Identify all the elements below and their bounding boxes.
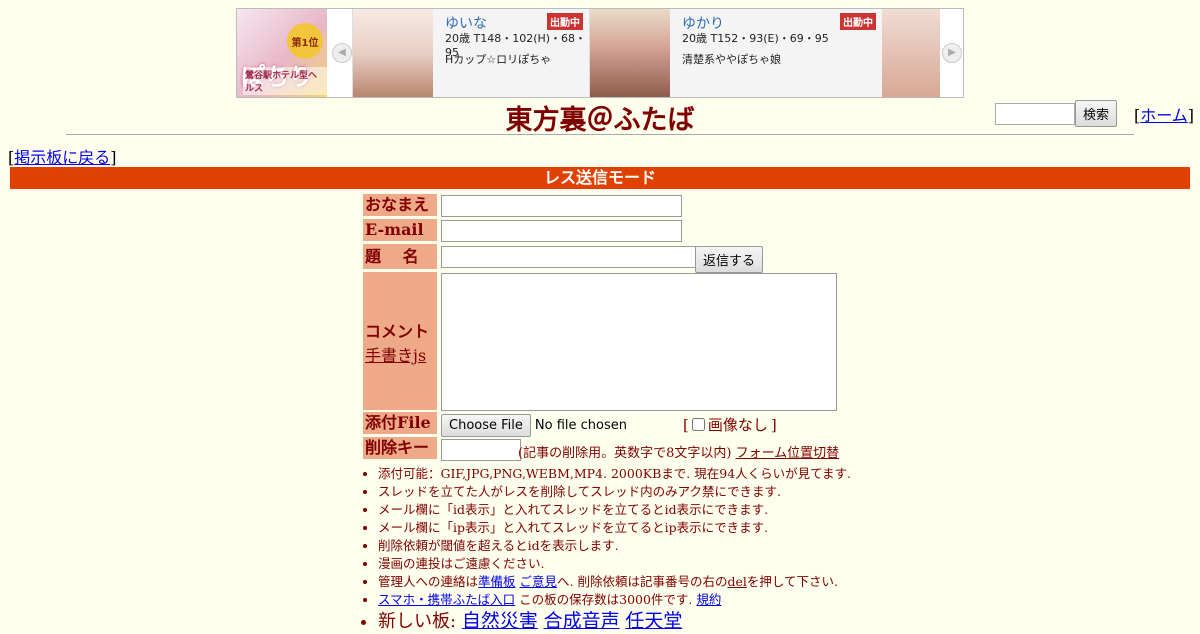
ad-card[interactable]: ゆいな 出勤中 20歳 T148・102(H)・68・95 Hカップ☆ロリぽちゃ: [352, 9, 589, 97]
rank-badge: 第1位: [287, 23, 323, 59]
delete-key-label: 削除キー: [363, 437, 437, 459]
board-link-synth-voice[interactable]: 合成音声: [544, 610, 620, 632]
email-field[interactable]: [441, 220, 682, 242]
note-text: この板の保存数は3000件です.: [519, 592, 693, 607]
profile-photo: [353, 9, 433, 97]
note-text: へ. 削除依頼は記事番号の右の: [557, 574, 728, 589]
subject-label: 題 名: [363, 244, 437, 269]
file-input: Choose File No file chosen: [441, 414, 627, 437]
search-form: 検索: [995, 100, 1118, 127]
list-item: 管理人への連絡は準備板 ご意見へ. 削除依頼は記事番号の右のdelを押して下さい…: [378, 573, 851, 591]
list-item: メール欄に「ip表示」と入れてスレッドを立てるとip表示にできます.: [378, 519, 851, 537]
new-boards-label: 新しい板:: [378, 611, 457, 632]
status-badge: 出勤中: [840, 13, 876, 30]
note-text: 管理人への連絡は: [378, 574, 479, 589]
email-label: E-mail: [363, 219, 437, 241]
list-item: 漫画の連投はご遠慮ください.: [378, 555, 851, 573]
divider: [66, 134, 1134, 135]
comment-textarea[interactable]: [441, 273, 837, 411]
file-status: No file chosen: [534, 418, 627, 433]
ad-card[interactable]: ゆかり 出勤中 20歳 T152・93(E)・69・95 清楚系ややぽちゃ娘: [589, 9, 882, 97]
status-badge: 出勤中: [547, 13, 583, 30]
list-item: スマホ・携帯ふたば入口 この板の保存数は3000件です. 規約: [378, 591, 851, 609]
profile-photo[interactable]: [882, 9, 940, 97]
del-link[interactable]: del: [727, 574, 746, 589]
search-button[interactable]: 検索: [1075, 100, 1118, 127]
chevron-left-icon[interactable]: ◀: [332, 43, 352, 63]
feedback-link[interactable]: ご意見: [520, 574, 558, 589]
comment-label: コメント: [365, 322, 430, 341]
choose-file-button[interactable]: Choose File: [441, 414, 531, 437]
handwrite-link[interactable]: 手書きjs: [365, 346, 426, 365]
list-item: 添付可能：GIF,JPG,PNG,WEBM,MP4. 2000KBまで. 現在9…: [378, 465, 851, 483]
chevron-right-icon[interactable]: ▶: [942, 43, 962, 63]
name-field[interactable]: [441, 195, 682, 217]
note-text: を押して下さい.: [746, 574, 838, 589]
ad-card-stats: 20歳 T152・93(E)・69・95: [682, 32, 829, 45]
board-link-disaster[interactable]: 自然災害: [462, 610, 538, 632]
no-image-label: 画像なし: [707, 416, 768, 434]
delete-key-note-wrap: (記事の削除用。英数字で8文字以内) フォーム位置切替: [518, 442, 839, 461]
mobile-entry-link[interactable]: スマホ・携帯ふたば入口: [378, 592, 515, 607]
search-input[interactable]: [995, 102, 1075, 125]
form-position-toggle-link[interactable]: フォーム位置切替: [736, 446, 840, 461]
board-link-nintendo[interactable]: 任天堂: [625, 610, 682, 632]
home-link[interactable]: ホーム: [1140, 106, 1188, 125]
back-to-board-link[interactable]: 掲示板に戻る: [14, 148, 110, 167]
rules-link[interactable]: 規約: [696, 592, 721, 607]
list-item: スレッドを立てた人がレスを削除してスレッド内のみアク禁にできます.: [378, 483, 851, 501]
ad-banner[interactable]: 第1位 ぽちり 鶯谷駅ホテル型ヘルス ◀ ゆいな 出勤中 20歳 T148・10…: [236, 8, 964, 98]
rules-list: 添付可能：GIF,JPG,PNG,WEBM,MP4. 2000KBまで. 現在9…: [378, 465, 851, 633]
comment-label-cell: コメント 手書きjs: [363, 272, 437, 410]
list-item: 新しい板: 自然災害 合成音声 任天堂: [378, 609, 851, 633]
mode-bar: レス送信モード: [10, 167, 1190, 189]
no-image-checkbox[interactable]: [691, 418, 705, 431]
ad-logo[interactable]: 第1位 ぽちり 鶯谷駅ホテル型ヘルス: [237, 9, 327, 97]
delete-key-note: (記事の削除用。英数字で8文字以内): [518, 446, 732, 461]
subject-field[interactable]: [441, 246, 699, 268]
file-label: 添付File: [363, 412, 437, 434]
prep-board-link[interactable]: 準備板: [478, 574, 516, 589]
back-link-wrap: [掲示板に戻る]: [8, 148, 117, 167]
delete-key-field[interactable]: [441, 439, 521, 461]
list-item: 削除依頼が閾値を超えるとidを表示します.: [378, 537, 851, 555]
list-item: メール欄に「id表示」と入れてスレッドを立てるとid表示にできます.: [378, 501, 851, 519]
ad-location: 鶯谷駅ホテル型ヘルス: [243, 67, 327, 95]
no-image-option: [ 画像なし ]: [683, 415, 777, 435]
name-label: おなまえ: [363, 194, 437, 216]
submit-reply-button[interactable]: 返信する: [695, 246, 764, 273]
ad-card-desc: Hカップ☆ロリぽちゃ: [445, 53, 552, 66]
ad-card-desc: 清楚系ややぽちゃ娘: [682, 53, 781, 66]
home-link-wrap: [ホーム]: [1134, 106, 1195, 125]
profile-photo: [590, 9, 670, 97]
